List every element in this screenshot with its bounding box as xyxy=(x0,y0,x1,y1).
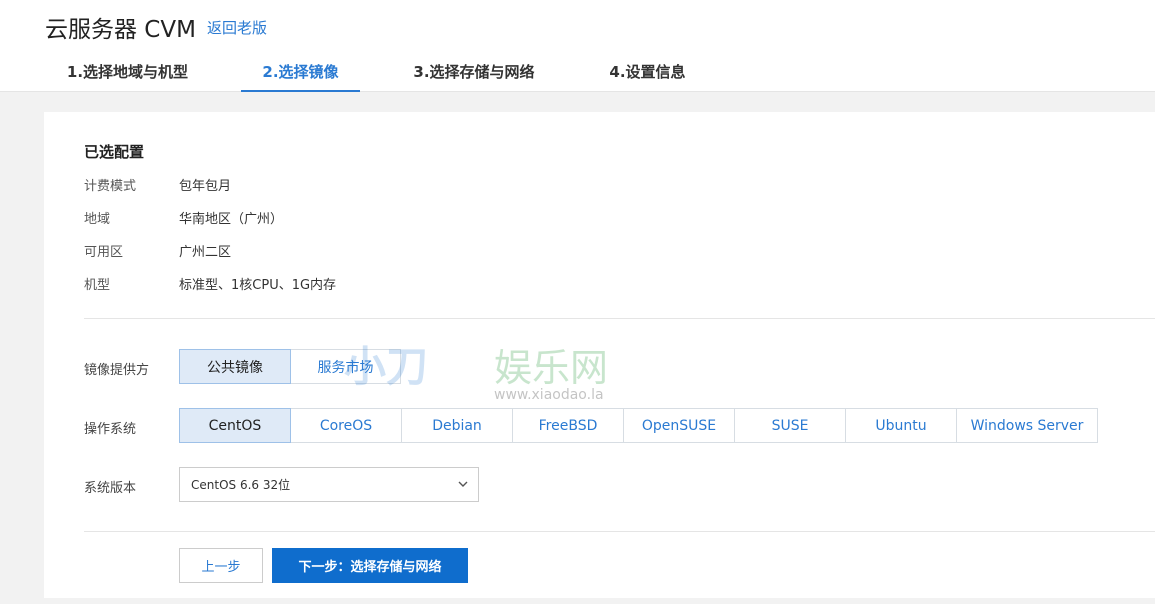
zone-value: 广州二区 xyxy=(179,245,232,260)
zone-label: 可用区 xyxy=(84,245,124,260)
top-bar: 云服务器 CVM 返回老版 1.选择地域与机型 2.选择镜像 3.选择存储与网络… xyxy=(0,0,1155,92)
page-title: 云服务器 CVM xyxy=(45,17,196,43)
svg-text:www.xiaodao.la: www.xiaodao.la xyxy=(494,387,604,403)
tab-step-4[interactable]: 4.设置信息 xyxy=(590,61,705,92)
os-option-suse[interactable]: SUSE xyxy=(734,408,846,443)
prev-step-button[interactable]: 上一步 xyxy=(179,548,263,583)
os-option-ubuntu[interactable]: Ubuntu xyxy=(845,408,957,443)
version-select[interactable]: CentOS 6.6 32位 xyxy=(179,467,479,502)
selected-config-title: 已选配置 xyxy=(84,143,145,161)
instance-type-label: 机型 xyxy=(84,278,111,293)
svg-text:小刀: 小刀 xyxy=(344,342,428,391)
instance-type-value: 标准型、1核CPU、1G内存 xyxy=(179,278,337,293)
svg-text:娱乐网: 娱乐网 xyxy=(494,346,608,390)
os-option-centos[interactable]: CentOS xyxy=(179,408,291,443)
divider xyxy=(84,318,1155,319)
os-option-freebsd[interactable]: FreeBSD xyxy=(512,408,624,443)
next-step-button[interactable]: 下一步：选择存储与网络 xyxy=(272,548,468,583)
divider xyxy=(84,531,1155,532)
tab-step-1[interactable]: 1.选择地域与机型 xyxy=(45,61,210,92)
os-label: 操作系统 xyxy=(84,422,137,437)
os-option-opensuse[interactable]: OpenSUSE xyxy=(623,408,735,443)
version-select-value: CentOS 6.6 32位 xyxy=(191,478,291,492)
os-option-coreos[interactable]: CoreOS xyxy=(290,408,402,443)
watermark-logo: 小刀 娱乐网 www.xiaodao.la xyxy=(344,342,608,403)
tab-step-2[interactable]: 2.选择镜像 xyxy=(241,61,360,92)
version-label: 系统版本 xyxy=(84,481,137,496)
tab-step-3[interactable]: 3.选择存储与网络 xyxy=(400,61,548,92)
os-option-windows-server[interactable]: Windows Server xyxy=(956,408,1098,443)
billing-mode-value: 包年包月 xyxy=(179,179,232,194)
region-label: 地域 xyxy=(84,212,111,227)
billing-mode-label: 计费模式 xyxy=(84,179,137,194)
main-panel: 已选配置 计费模式 包年包月 地域 华南地区（广州） 可用区 广州二区 机型 标… xyxy=(44,112,1155,598)
os-option-debian[interactable]: Debian xyxy=(401,408,513,443)
image-provider-label: 镜像提供方 xyxy=(84,363,150,378)
back-to-old-version-link[interactable]: 返回老版 xyxy=(207,17,267,38)
chevron-down-icon xyxy=(458,481,468,487)
region-value: 华南地区（广州） xyxy=(179,212,284,227)
provider-public-image-option[interactable]: 公共镜像 xyxy=(179,349,291,384)
